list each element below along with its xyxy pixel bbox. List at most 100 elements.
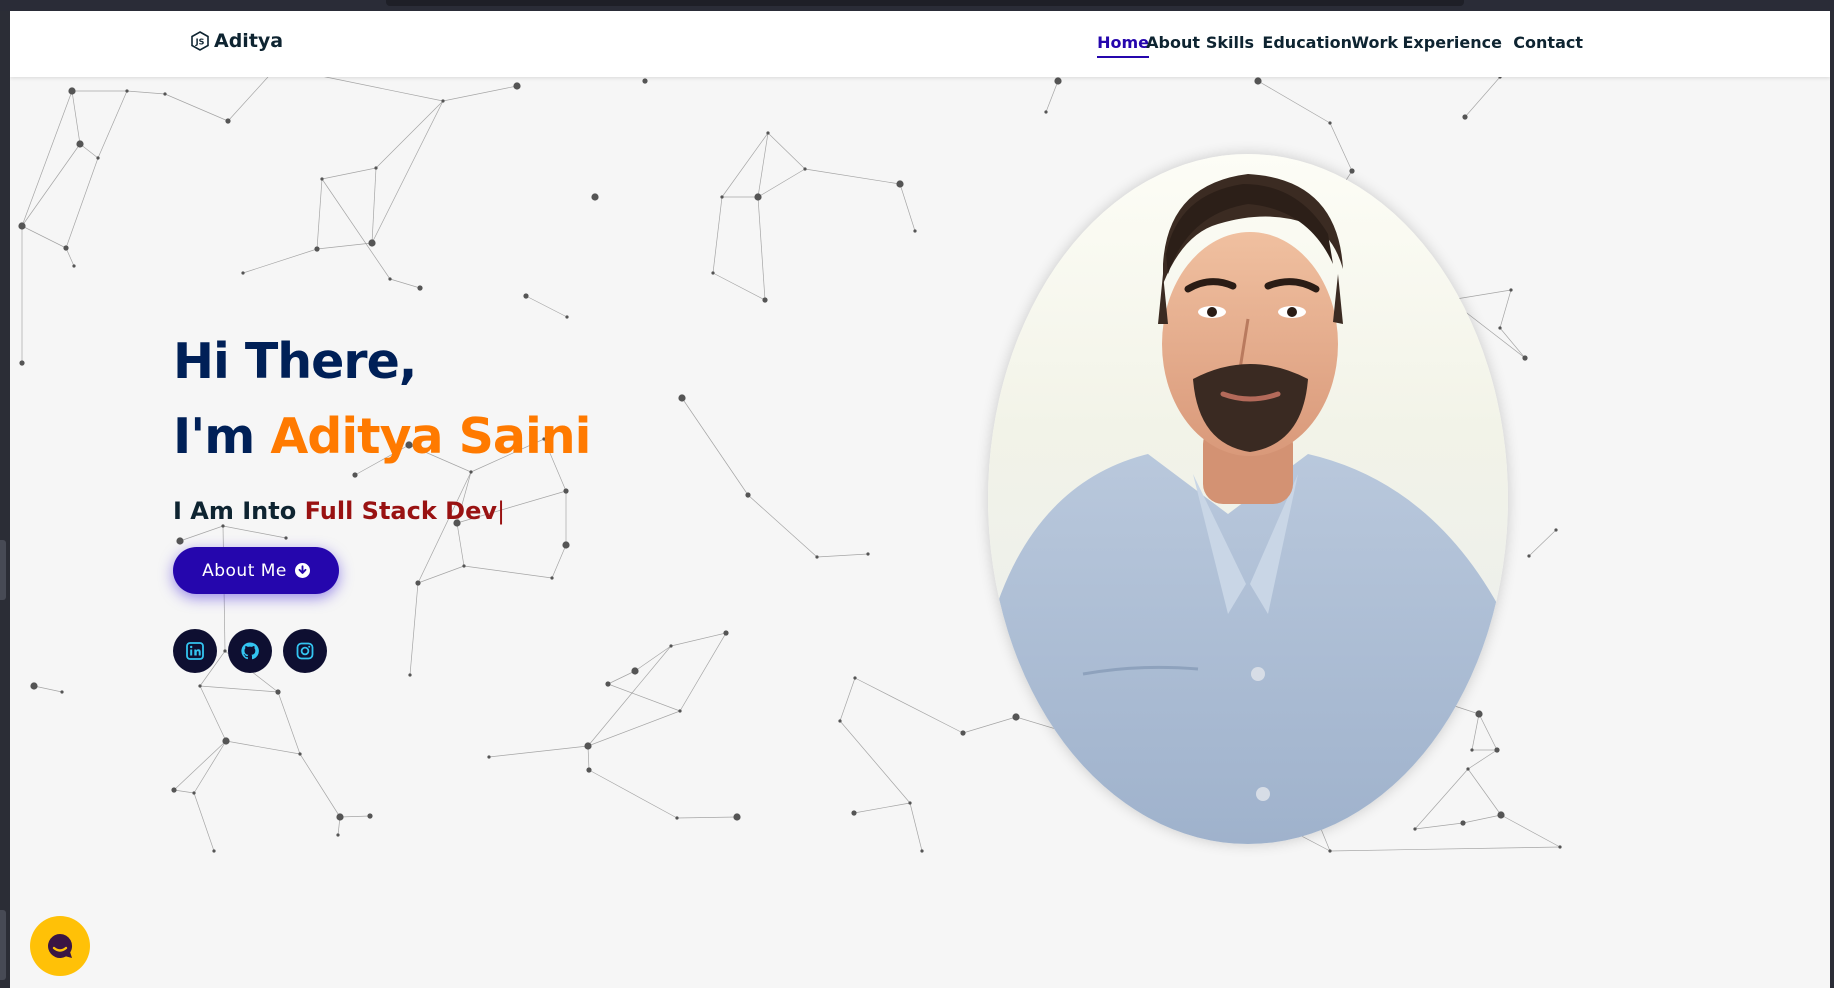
github-icon [241,642,259,660]
linkedin-link[interactable] [173,629,217,673]
nav-work[interactable]: Work [1351,33,1398,52]
network-node [920,849,924,853]
network-node [30,682,38,690]
nav-education[interactable]: Education [1262,33,1352,52]
arrow-down-circle-icon [294,563,310,578]
network-node [642,78,648,84]
network-link [839,720,911,804]
network-node [723,630,729,636]
instagram-link[interactable] [283,629,327,673]
network-link [173,789,195,794]
network-link [21,90,73,227]
network-link [588,769,678,819]
network-node [462,564,466,568]
network-link [71,90,81,145]
network-link [371,167,377,244]
network-link [463,565,553,579]
network-link [321,178,391,280]
network-link [676,816,738,819]
about-me-button[interactable]: About Me [173,547,339,594]
network-node [222,737,230,745]
network-link [1528,529,1557,557]
network-node [1044,110,1048,114]
nav-skills[interactable]: Skills [1206,33,1254,52]
network-link [222,525,287,539]
network-link [316,242,373,250]
nav-contact[interactable]: Contact [1513,33,1583,52]
network-link [853,802,911,814]
logo-text: Aditya [214,30,284,52]
page-viewport: JS Aditya Home About Skills Education Wo… [10,11,1830,988]
typed-role-line: I Am Into Full Stack Dev| [173,497,505,525]
network-link [607,683,681,712]
network-node [913,229,917,233]
network-node [678,709,682,713]
network-node [275,689,281,695]
network-link [456,522,465,567]
network-link [33,685,63,693]
network-link [21,225,67,249]
nav-home[interactable]: Home [1097,33,1149,58]
nav-experience[interactable]: Experience [1402,33,1502,52]
scrollbar[interactable] [1830,11,1834,988]
network-node [851,810,857,816]
intro-prefix: I'm [173,408,271,465]
network-node [1527,554,1531,558]
chat-widget-button[interactable] [30,916,90,976]
network-link [712,196,723,274]
network-node [367,813,373,819]
network-node [754,193,762,201]
network-node [866,552,870,556]
network-node [415,580,421,586]
network-node [487,755,491,759]
network-node [192,791,196,795]
network-node [513,82,521,90]
network-node [1522,355,1528,361]
hero-name: Aditya Saini [270,408,591,465]
network-node [803,167,807,171]
network-link [442,85,518,102]
network-node [388,277,392,281]
network-link [488,745,589,758]
network-link [767,132,806,170]
network-node [584,742,592,750]
network-node [336,833,340,837]
network-node [68,87,76,95]
network-link [757,168,806,198]
profile-photo-frame [988,154,1508,844]
network-node [18,222,26,230]
network-link [193,792,215,852]
network-node [469,470,473,474]
network-link [299,753,341,818]
network-node [908,801,912,805]
network-node [314,246,320,252]
logo[interactable]: JS Aditya [190,30,283,52]
network-node [60,690,64,694]
network-node [76,140,84,148]
browser-tab-strip [386,0,1464,6]
network-link [681,397,749,496]
network-node [163,92,167,96]
network-link [97,90,128,159]
profile-photo [988,154,1508,844]
network-node [1054,77,1062,85]
network-node [1254,77,1262,85]
network-link [1500,814,1561,848]
nav-about[interactable]: About [1146,33,1200,52]
network-link [1257,80,1331,124]
network-node [417,285,423,291]
network-link [804,168,901,185]
network-link [179,525,224,542]
network-node [563,488,569,494]
network-node [198,684,202,688]
network-link [587,745,590,771]
network-node [125,89,129,93]
network-node [745,492,751,498]
network-node [1554,528,1558,532]
github-link[interactable] [228,629,272,673]
network-link [277,691,301,755]
network-node [1462,114,1468,120]
network-node [562,541,570,549]
network-link [679,632,727,712]
network-node [441,99,445,103]
